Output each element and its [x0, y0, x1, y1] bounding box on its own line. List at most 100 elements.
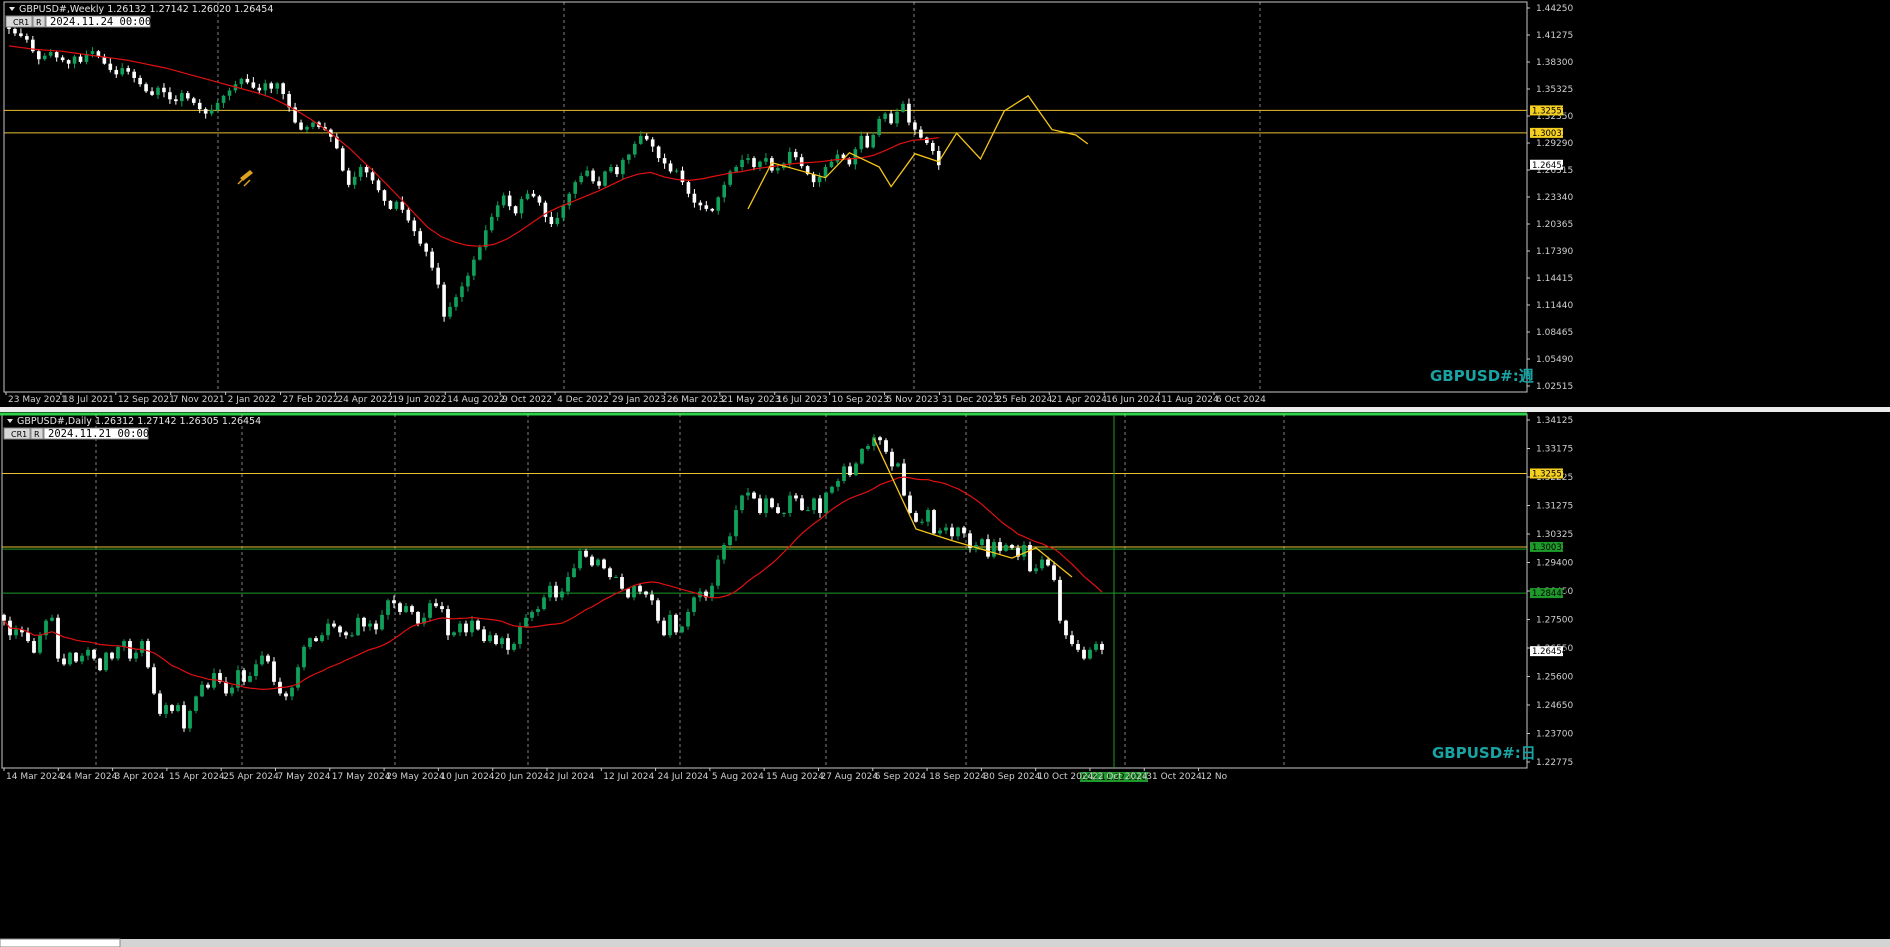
price-label: 1.32557	[1530, 105, 1567, 116]
candle	[482, 626, 486, 643]
candle-body	[865, 135, 870, 148]
time-tick-label: 10 Jun 2024	[440, 772, 494, 782]
candle	[80, 653, 84, 665]
candle-body	[787, 151, 792, 164]
candle-body	[662, 620, 666, 636]
panel-weekly[interactable]: 1.442501.412751.383001.353251.323501.292…	[3, 1, 1573, 405]
time-tick-label: 4 Dec 2022	[557, 395, 609, 405]
candle-body	[788, 495, 792, 513]
candle-body	[656, 600, 660, 621]
time-tick-label: 2 Jan 2022	[228, 395, 276, 405]
candle-body	[1022, 545, 1026, 557]
time-tick-label: 16 Jun 2024	[1106, 395, 1160, 405]
candle-body	[585, 170, 589, 176]
candle	[848, 462, 852, 478]
toolbar: CR1 R 2024.11.21 00:00	[3, 427, 149, 440]
candle-body	[428, 603, 432, 618]
candle	[146, 638, 150, 669]
candle	[566, 572, 570, 596]
chart-header: GBPUSD#,Daily 1.26312 1.27142 1.26305 1.…	[7, 416, 261, 427]
candle	[836, 478, 840, 492]
candle	[152, 663, 156, 696]
candle	[621, 157, 625, 180]
candle	[20, 626, 24, 637]
collapse-arrow-icon[interactable]	[9, 7, 15, 11]
candle	[615, 164, 619, 178]
candle-body	[174, 99, 178, 102]
candle-body	[186, 93, 190, 99]
candle	[925, 136, 929, 145]
candle-body	[895, 111, 899, 124]
candle-body	[326, 623, 330, 636]
candle-body	[500, 638, 504, 644]
candle	[428, 599, 432, 622]
candle	[920, 518, 924, 525]
candle-body	[400, 201, 405, 210]
candle-body	[162, 87, 166, 93]
candle-body	[835, 154, 840, 162]
candle-body	[472, 259, 476, 276]
candle-body	[782, 512, 786, 514]
candle	[476, 619, 480, 631]
candle-body	[50, 617, 54, 621]
candle	[200, 681, 204, 698]
candle-body	[430, 251, 434, 268]
time-tick-label: 20 Jun 2024	[495, 772, 549, 782]
candle	[180, 89, 184, 107]
candle	[489, 213, 494, 233]
crosshair-tool-icon[interactable]	[237, 170, 253, 187]
candle	[488, 631, 492, 644]
candle	[668, 610, 672, 639]
candle-body	[440, 606, 444, 610]
candle	[191, 96, 196, 106]
candle	[614, 575, 618, 579]
candle-body	[206, 684, 210, 688]
candle	[877, 116, 881, 137]
candle-body	[376, 180, 381, 191]
candle-body	[281, 83, 285, 94]
candle-body	[140, 641, 144, 653]
panel-splitter[interactable]	[0, 407, 1890, 412]
candle	[1022, 541, 1026, 561]
time-axis: 14 Mar 202424 Mar 20243 Apr 2024 15 Apr 2…	[3, 768, 1228, 782]
candle-body	[793, 151, 798, 158]
candle	[806, 506, 810, 512]
candle	[812, 497, 816, 515]
candle	[1088, 647, 1092, 660]
candle	[350, 632, 354, 638]
tab-strip[interactable]	[0, 939, 1890, 947]
candle-body	[416, 611, 420, 624]
candle-body	[925, 137, 929, 143]
candle-body	[680, 626, 684, 633]
candle	[883, 111, 887, 122]
candle-body	[209, 110, 214, 114]
candle-body	[80, 655, 84, 662]
candle-body	[860, 448, 864, 464]
candle-body	[573, 182, 577, 194]
candle	[275, 81, 279, 95]
candle-body	[536, 609, 540, 612]
candle-body	[884, 440, 888, 452]
candle-body	[632, 585, 636, 598]
candle	[158, 690, 162, 717]
candle-body	[620, 577, 624, 589]
candle	[14, 625, 18, 639]
symbol-watermark: GBPUSD#:週	[1430, 367, 1534, 385]
collapse-arrow-icon[interactable]	[7, 419, 13, 423]
candle-body	[370, 172, 375, 181]
candle	[206, 682, 210, 690]
candle	[197, 99, 202, 114]
candle	[108, 58, 113, 73]
tab-active[interactable]	[0, 938, 121, 947]
candle-body	[245, 78, 250, 83]
candle-body	[986, 539, 990, 557]
candle	[86, 647, 90, 661]
candle	[182, 701, 186, 732]
candle-body	[86, 649, 90, 656]
candle	[704, 589, 708, 601]
time-tick-label: 24 Mar 2024	[60, 772, 117, 782]
panel-daily[interactable]: 2024.11.22 00:001.341251.331751.322251.3…	[0, 412, 1573, 783]
candle-body	[764, 498, 768, 513]
candle	[448, 302, 452, 320]
candle	[42, 53, 47, 61]
